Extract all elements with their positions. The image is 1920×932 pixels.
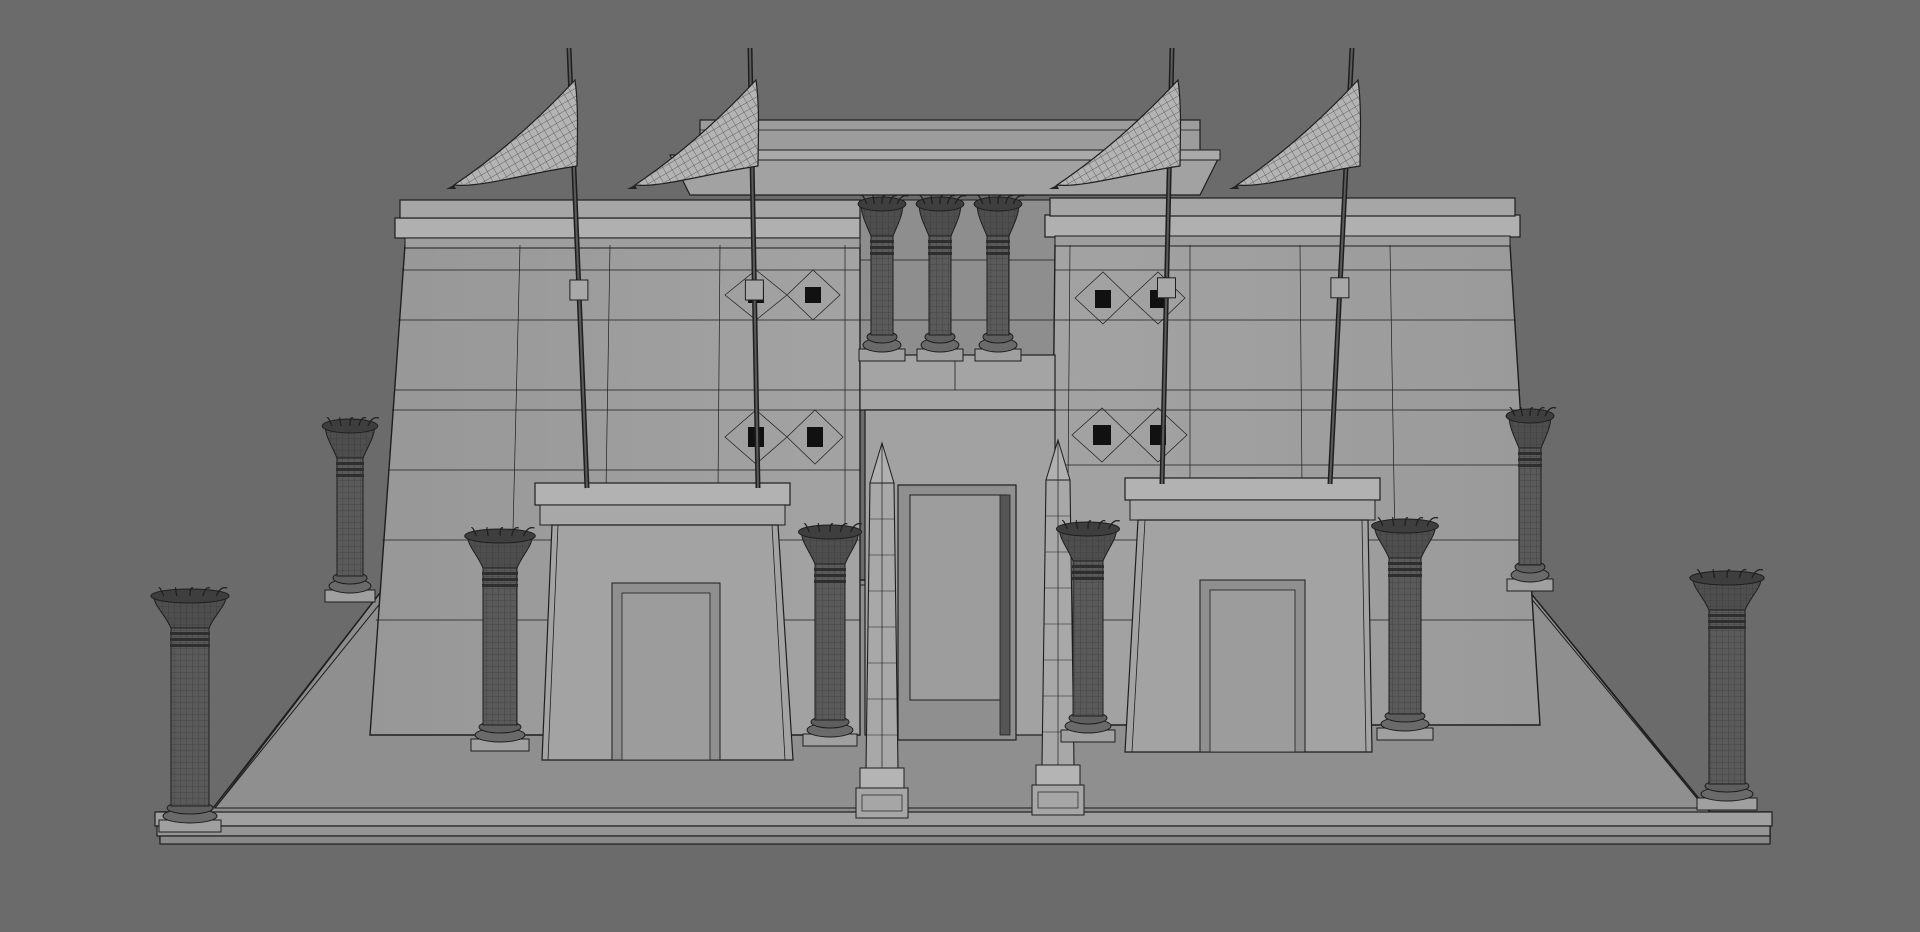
- column: [150, 587, 230, 833]
- right-gateway: [1124, 477, 1381, 753]
- 3d-viewport[interactable]: [0, 0, 1920, 932]
- column: [1689, 569, 1765, 811]
- column: [321, 417, 380, 603]
- temple-render: [150, 47, 1773, 845]
- left-gateway: [534, 482, 794, 761]
- courtyard-columns: [857, 195, 1025, 362]
